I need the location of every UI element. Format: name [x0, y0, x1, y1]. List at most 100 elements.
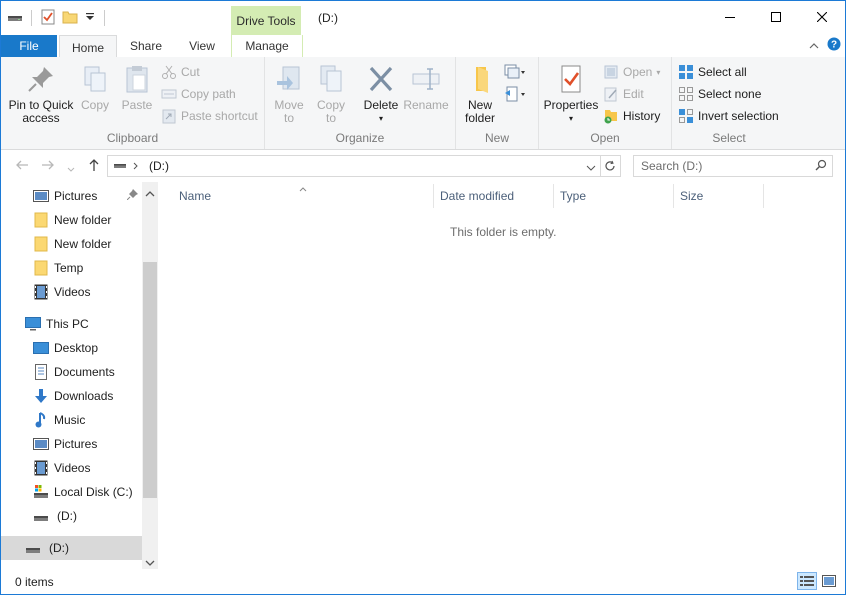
chevron-down-icon	[67, 167, 75, 172]
scissors-icon	[162, 65, 176, 79]
tab-view[interactable]: View	[177, 35, 227, 57]
paste-shortcut-icon	[162, 109, 176, 124]
edit-icon	[604, 87, 617, 102]
collapse-ribbon-icon[interactable]	[809, 39, 819, 53]
copy-button[interactable]: Copy	[77, 63, 113, 112]
pin-label-2: access	[22, 111, 60, 125]
paste-button[interactable]: Paste	[119, 63, 155, 112]
close-button[interactable]	[799, 1, 845, 33]
help-icon[interactable]: ?	[827, 37, 841, 54]
explorer-window: Drive Tools (D:) File Home Share View Ma…	[0, 0, 846, 595]
edit-button[interactable]: Edit	[603, 85, 644, 103]
organize-group-label: Organize	[335, 131, 385, 145]
new-folder-button[interactable]: New folder	[460, 63, 500, 125]
computer-icon	[25, 316, 41, 332]
large-icons-view-button[interactable]	[819, 572, 839, 590]
system-drive-icon	[33, 484, 49, 500]
drive-icon	[25, 540, 41, 556]
maximize-icon	[771, 12, 781, 22]
back-button[interactable]	[15, 158, 29, 175]
select-all-button[interactable]: Select all	[678, 63, 747, 81]
pictures-icon	[33, 188, 49, 204]
nav-scrollbar[interactable]	[142, 182, 158, 569]
tab-home[interactable]: Home	[59, 35, 117, 59]
paste-shortcut-button[interactable]: Paste shortcut	[161, 107, 258, 125]
folder-icon	[33, 212, 49, 228]
customize-qat-icon[interactable]	[84, 9, 96, 28]
breadcrumb-separator-icon[interactable]	[133, 159, 139, 173]
up-arrow-icon	[89, 159, 99, 171]
column-header-type[interactable]: Type	[560, 182, 670, 210]
history-icon	[604, 110, 617, 124]
rename-button[interactable]: Rename	[403, 63, 449, 112]
quick-access-toolbar	[7, 7, 107, 29]
invert-selection-button[interactable]: Invert selection	[678, 107, 779, 125]
open-icon	[604, 65, 618, 79]
details-view-button[interactable]	[797, 572, 817, 590]
tab-share[interactable]: Share	[119, 35, 173, 57]
column-header-size[interactable]: Size	[680, 182, 760, 210]
copy-to-button[interactable]: Copy to	[313, 63, 349, 125]
clipboard-group-label: Clipboard	[106, 131, 159, 145]
search-icon[interactable]	[815, 159, 827, 174]
minimize-button[interactable]	[707, 1, 753, 33]
pin-icon[interactable]	[126, 189, 138, 203]
new-folder-qat-icon[interactable]	[62, 9, 78, 28]
status-bar: 0 items	[1, 569, 845, 594]
select-all-icon	[679, 65, 693, 79]
forward-arrow-icon	[42, 160, 54, 170]
title-bar: Drive Tools (D:)	[1, 1, 845, 35]
column-header-date-modified[interactable]: Date modified	[440, 182, 550, 210]
ribbon-tabs: File Home Share View Manage ?	[1, 35, 845, 59]
new-item-button[interactable]	[504, 63, 526, 81]
window-title: (D:)	[318, 11, 338, 25]
easy-access-button[interactable]	[504, 85, 526, 103]
forward-button[interactable]	[41, 158, 55, 175]
documents-icon	[33, 364, 49, 380]
recent-locations-button[interactable]	[67, 161, 75, 176]
properties-qat-icon[interactable]	[40, 9, 56, 28]
up-button[interactable]	[87, 158, 101, 175]
refresh-button[interactable]	[600, 155, 621, 177]
scroll-up-icon[interactable]	[145, 187, 155, 201]
drive-icon	[7, 9, 23, 28]
new-group-label: New	[484, 131, 509, 145]
nav-item-drive-d[interactable]: (D:)	[1, 536, 142, 560]
search-box[interactable]: Search (D:)	[633, 155, 833, 177]
select-none-button[interactable]: Select none	[678, 85, 761, 103]
tab-file[interactable]: File	[1, 35, 57, 57]
music-icon	[33, 412, 49, 428]
tab-manage[interactable]: Manage	[231, 35, 303, 57]
item-count: 0 items	[15, 575, 54, 589]
copy-icon	[84, 66, 106, 92]
address-dropdown-icon[interactable]	[586, 161, 596, 175]
delete-button[interactable]: Delete ▾	[361, 63, 401, 125]
pictures-icon	[33, 436, 49, 452]
column-header-name[interactable]: Name	[179, 182, 429, 210]
open-button[interactable]: Open ▾	[603, 63, 660, 81]
breadcrumb-drive[interactable]: (D:)	[149, 159, 169, 173]
open-group: Properties ▾ Open ▾ Edit History Open	[539, 57, 672, 149]
file-list: Name Date modified Type Size This folder…	[159, 182, 845, 569]
paste-icon	[126, 66, 148, 93]
downloads-icon	[33, 388, 49, 404]
cut-button[interactable]: Cut	[161, 63, 200, 81]
history-button[interactable]: History	[603, 107, 660, 125]
minimize-icon	[725, 17, 735, 18]
nav-scrollbar-thumb[interactable]	[143, 262, 157, 498]
address-bar[interactable]: (D:)	[107, 155, 601, 177]
select-group: Select all Select none Invert selection …	[672, 57, 786, 149]
search-placeholder: Search (D:)	[641, 159, 703, 173]
move-to-button[interactable]: Move to	[271, 63, 307, 125]
copy-path-button[interactable]: Copy path	[161, 85, 236, 103]
move-to-icon	[277, 66, 300, 90]
copy-to-icon	[320, 65, 342, 92]
pin-to-quick-access-button[interactable]: Pin to Quick access	[7, 63, 75, 125]
address-row: (D:) Search (D:)	[1, 150, 845, 182]
scroll-down-icon[interactable]	[145, 556, 155, 570]
select-group-label: Select	[712, 131, 746, 145]
properties-button[interactable]: Properties ▾	[543, 63, 599, 125]
delete-x-icon	[369, 66, 393, 92]
copy-path-icon	[161, 89, 177, 99]
maximize-button[interactable]	[753, 1, 799, 33]
